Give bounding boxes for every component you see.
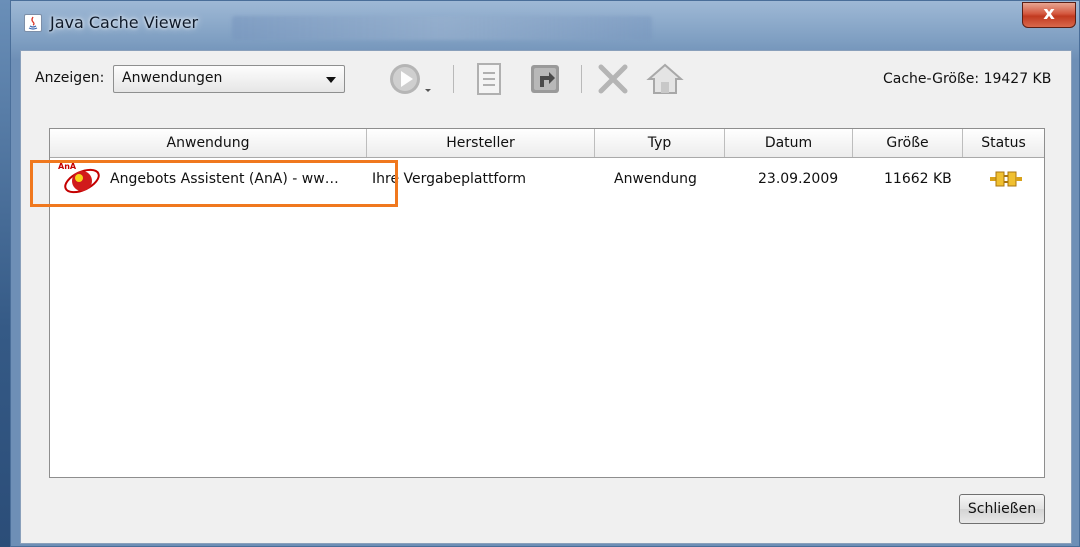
cell-type: Anwendung (614, 171, 697, 187)
show-label: Anzeigen: (35, 70, 105, 86)
window-close-button[interactable]: x (1022, 2, 1076, 28)
column-header-status[interactable]: Status (963, 129, 1044, 157)
dialog-client-area: Anzeigen: Anwendungen Cache-Größe: 19427… (20, 50, 1072, 544)
svg-text:AnA: AnA (58, 162, 77, 171)
delete-icon (598, 64, 628, 94)
column-header-type[interactable]: Typ (595, 129, 725, 157)
show-combobox-value: Anwendungen (122, 70, 223, 86)
home-icon (646, 63, 684, 94)
column-header-application[interactable]: Anwendung (50, 129, 367, 157)
toolbar-separator (581, 65, 582, 93)
blurred-background-window (232, 16, 652, 40)
column-header-date[interactable]: Datum (725, 129, 853, 157)
java-app-icon (24, 14, 42, 32)
cell-vendor: Ihre Vergabeplattform (372, 171, 527, 187)
column-header-vendor[interactable]: Hersteller (367, 129, 595, 157)
applications-table[interactable]: Anwendung Hersteller Typ Datum Größe Sta… (49, 128, 1045, 478)
home-button[interactable] (645, 61, 685, 97)
jnlp-icon (477, 63, 501, 95)
run-icon (390, 64, 431, 94)
cell-date: 23.09.2009 (758, 171, 839, 187)
delete-button[interactable] (595, 61, 631, 97)
cell-application-name: Angebots Assistent (AnA) - ww… (110, 171, 339, 187)
show-jnlp-button[interactable] (473, 61, 505, 97)
show-combobox[interactable]: Anwendungen (113, 65, 345, 93)
toolbar-separator (453, 65, 454, 93)
cache-size-label: Cache-Größe: 19427 KB (883, 71, 1052, 87)
create-shortcut-button[interactable] (527, 61, 563, 97)
chevron-down-icon (326, 77, 336, 83)
java-cache-viewer-window: Java Cache Viewer x Anzeigen: Anwendunge… (10, 0, 1080, 547)
ana-app-icon: AnA (56, 161, 104, 197)
plug-icon (988, 168, 1028, 190)
close-dialog-button[interactable]: Schließen (959, 494, 1045, 524)
column-header-size[interactable]: Größe (853, 129, 963, 157)
shortcut-icon (531, 65, 559, 93)
window-title: Java Cache Viewer (50, 13, 199, 32)
table-row[interactable]: AnA Angebots Assistent (AnA) - ww… Ihre … (50, 159, 1044, 199)
cell-size: 11662 KB (884, 171, 952, 187)
run-button[interactable] (387, 61, 435, 97)
desktop-edge (0, 0, 10, 547)
title-bar[interactable]: Java Cache Viewer x (10, 0, 1080, 46)
table-header: Anwendung Hersteller Typ Datum Größe Sta… (50, 129, 1044, 158)
